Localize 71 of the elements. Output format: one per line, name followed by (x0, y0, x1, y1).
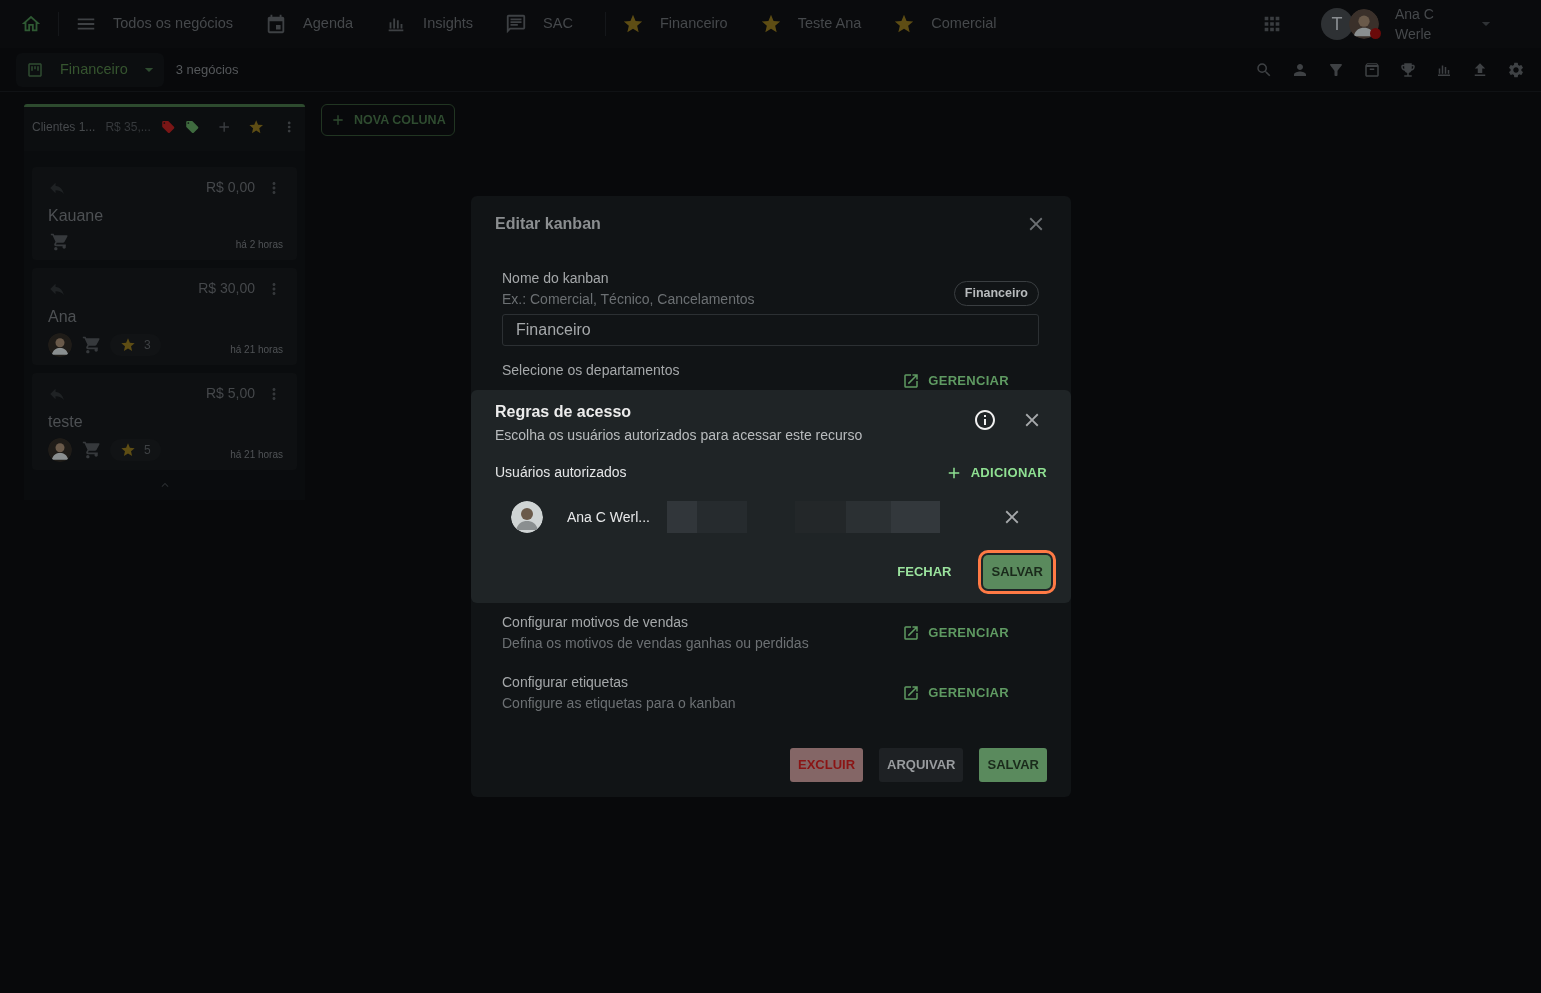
user-name: Ana C Werl... (567, 507, 651, 527)
dialog-subtitle: Escolha os usuários autorizados para acessar este recurso (495, 426, 863, 445)
status-dot (1370, 28, 1381, 39)
section-title: Configurar motivos de vendas (502, 613, 689, 632)
avatar (1349, 9, 1379, 39)
dialog-button[interactable]: FECHAR (889, 555, 960, 589)
nav-link[interactable]: Insights (385, 13, 474, 35)
user-name[interactable]: Ana C Werle (1395, 4, 1465, 44)
avatar (511, 501, 543, 533)
info-icon[interactable] (973, 408, 997, 432)
deal-time: há 2 horas (235, 238, 283, 252)
cart-icon (82, 440, 102, 460)
archive-icon[interactable] (1363, 60, 1381, 79)
cart-icon (50, 232, 70, 252)
section-subtitle: Configure as etiquetas para o kanban (502, 694, 736, 713)
manage-button[interactable]: GERENCIAR (896, 370, 1015, 392)
deal-count: 3 negócios (175, 60, 239, 79)
column-title: Clientes 1... (32, 119, 96, 136)
settings-icon[interactable] (1507, 60, 1525, 79)
section-title: Selecione os departamentos (502, 361, 680, 380)
star-icon (893, 13, 916, 35)
deal-name: Ana (48, 307, 78, 327)
deal-card[interactable]: R$ 0,00 Kauane há 2 horas (32, 167, 297, 260)
deal-name: teste (48, 412, 84, 432)
search-icon[interactable] (1255, 60, 1273, 79)
new-column-button[interactable]: NOVA COLUNA (321, 104, 455, 136)
avatar-initial[interactable]: T (1321, 8, 1353, 40)
nav-link[interactable]: Todos os negócios (75, 13, 234, 35)
caret-icon (143, 66, 154, 73)
trophy-icon[interactable] (1399, 60, 1417, 79)
deal-time: há 21 horas (230, 343, 283, 357)
deal-name: Kauane (48, 206, 105, 226)
nav-link[interactable]: Agenda (265, 13, 354, 35)
deal-value: R$ 5,00 (205, 384, 255, 403)
open-icon (902, 684, 921, 702)
section-title: Configurar etiquetas (502, 673, 630, 692)
field-label: Nome do kanban (502, 269, 610, 288)
deal-time: há 21 horas (230, 448, 283, 462)
dialog-title: Editar kanban (495, 214, 601, 234)
star-icon (120, 337, 136, 353)
star-icon (759, 13, 782, 35)
star-icon (621, 13, 644, 35)
deal-value: R$ 0,00 (205, 178, 255, 197)
manage-button[interactable]: GERENCIAR (896, 682, 1015, 704)
nav-link[interactable]: Teste Ana (759, 13, 862, 35)
nav-link[interactable]: Comercial (893, 13, 997, 35)
caret-icon[interactable] (1481, 21, 1491, 27)
tag-icon[interactable] (160, 119, 176, 135)
deal-value: R$ 30,00 (198, 279, 255, 298)
dialog-button[interactable]: EXCLUIR (790, 748, 864, 782)
star-icon[interactable] (248, 118, 265, 136)
star-icon (120, 442, 136, 458)
section-label: Usuários autorizados (495, 463, 627, 482)
field-hint: Ex.: Comercial, Técnico, Cancelamentos (502, 290, 755, 309)
open-icon (902, 624, 921, 642)
cart-icon (82, 335, 102, 355)
add-button[interactable]: ADICIONAR (944, 462, 1047, 483)
dialog-button[interactable]: ARQUIVAR (879, 748, 964, 782)
kanban-selector[interactable]: Financeiro (16, 52, 164, 87)
plus-icon (330, 112, 346, 128)
nav-link[interactable]: Financeiro (621, 13, 728, 35)
name-field[interactable]: Financeiro (502, 314, 1039, 346)
dialog-button[interactable]: SALVAR (979, 748, 1047, 782)
manage-button[interactable]: GERENCIAR (896, 622, 1015, 644)
nav-link[interactable]: SAC (505, 13, 573, 35)
dialog-title: Regras de acesso (495, 402, 633, 422)
board-icon (26, 60, 44, 79)
chat-icon (505, 13, 528, 35)
section-subtitle: Defina os motivos de vendas ganhas ou perdidas (502, 634, 809, 653)
open-icon (902, 372, 921, 390)
tag-icon[interactable] (185, 119, 200, 135)
